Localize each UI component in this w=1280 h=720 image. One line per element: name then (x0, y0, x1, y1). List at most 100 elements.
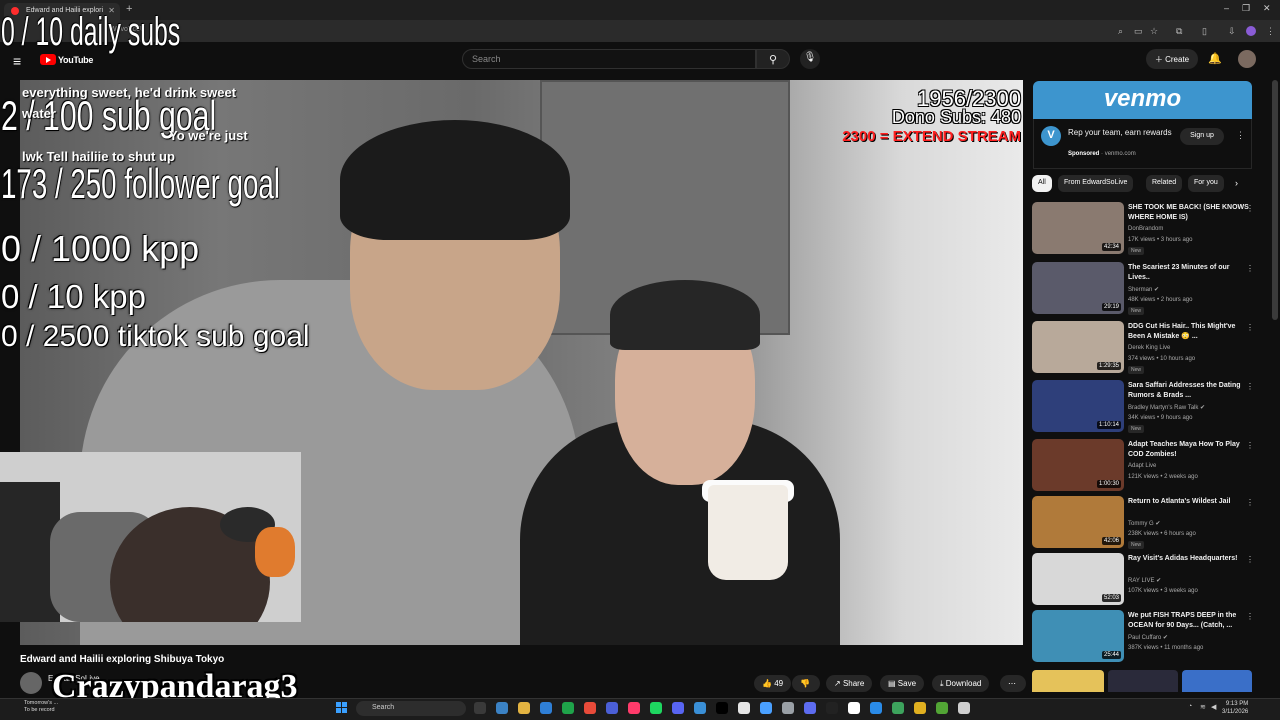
minecraft-icon[interactable] (936, 702, 948, 714)
share-button[interactable]: ↗ Share (826, 675, 873, 692)
video-thumbnail[interactable]: 25:44 (1032, 610, 1124, 662)
wifi-icon[interactable]: ≋ (1200, 703, 1206, 711)
app-icon[interactable] (738, 702, 750, 714)
chip-related[interactable]: Related (1146, 175, 1183, 192)
channel-name[interactable]: Derek King Live (1128, 345, 1170, 351)
chevron-right-icon[interactable]: › (1235, 178, 1238, 188)
spotify-icon[interactable] (650, 702, 662, 714)
recommendation-item[interactable]: 42:34 SHE TOOK ME BACK! (SHE KNOWS WHERE … (1032, 202, 1272, 258)
recommendation-item[interactable]: 25:44 We put FISH TRAPS DEEP in the OCEAN… (1032, 610, 1272, 666)
video-title[interactable]: Return to Atlanta's Wildest Jail (1128, 497, 1252, 507)
video-title[interactable]: Ray Visit's Adidas Headquarters! (1128, 554, 1252, 564)
channel-name[interactable]: Tommy G ✔ (1128, 520, 1160, 527)
tiktok-icon[interactable] (716, 702, 728, 714)
venmo-ad-banner[interactable]: venmo (1033, 81, 1252, 119)
recommendation-item[interactable]: 29:19 The Scariest 23 Minutes of our Live… (1032, 262, 1272, 318)
partial-thumbnail[interactable] (1032, 670, 1104, 692)
video-title[interactable]: DDG Cut His Hair.. This Might've Been A … (1128, 322, 1252, 342)
windows-start-icon[interactable] (336, 702, 348, 714)
capcut-icon[interactable] (782, 702, 794, 714)
steam-icon[interactable] (826, 702, 838, 714)
xbox-icon[interactable] (892, 702, 904, 714)
chip-for-you[interactable]: For you (1188, 175, 1224, 192)
video-title[interactable]: We put FISH TRAPS DEEP in the OCEAN for … (1128, 611, 1252, 631)
account-avatar[interactable] (1238, 50, 1256, 68)
video-thumbnail[interactable]: 1:10:14 (1032, 380, 1124, 432)
more-options-icon[interactable]: ⋮ (1246, 323, 1254, 332)
app-icon[interactable] (760, 702, 772, 714)
more-options-icon[interactable]: ⋮ (1246, 204, 1254, 213)
app-icon[interactable] (804, 702, 816, 714)
like-button[interactable]: 👍 49 (754, 675, 792, 692)
files-icon[interactable] (518, 702, 530, 714)
save-button[interactable]: ▤ Save (880, 675, 925, 692)
minimize-button[interactable]: – (1224, 3, 1229, 13)
sidebar-icon[interactable]: ▯ (1202, 26, 1207, 37)
browser-menu-icon[interactable]: ⋮ (1266, 26, 1275, 37)
search-button[interactable]: ⚲ (756, 49, 790, 69)
scrollbar[interactable] (1272, 80, 1278, 320)
chip-from-channel[interactable]: From EdwardSoLive (1058, 175, 1134, 192)
video-thumbnail[interactable]: 29:19 (1032, 262, 1124, 314)
recommendation-item[interactable]: 1:00:30 Adapt Teaches Maya How To Play CO… (1032, 439, 1272, 495)
taskbar-search[interactable]: Search (356, 701, 466, 716)
app-icon[interactable] (606, 702, 618, 714)
taskbar-clock[interactable]: 9:13 PM 3/11/2026 (1222, 700, 1248, 716)
zoom-icon[interactable]: ⌕ (1118, 26, 1123, 37)
recommendation-item[interactable]: 52:03 Ray Visit's Adidas Headquarters! RAY… (1032, 553, 1272, 609)
video-thumbnail[interactable]: 1:00:30 (1032, 439, 1124, 491)
address-bar[interactable] (0, 20, 1280, 42)
partial-thumbnail[interactable] (1182, 670, 1252, 692)
taskbar-notification[interactable]: Tomorrow's ... To be record (24, 700, 58, 714)
chrome-icon[interactable] (562, 702, 574, 714)
chip-all[interactable]: All (1032, 175, 1052, 192)
video-thumbnail[interactable]: 42:06 (1032, 496, 1124, 548)
recommendation-item[interactable]: 1:29:35 DDG Cut His Hair.. This Might've … (1032, 321, 1272, 377)
video-thumbnail[interactable]: 42:34 (1032, 202, 1124, 254)
voice-search-button[interactable]: 🎙 (800, 49, 820, 69)
downloads-icon[interactable]: ⇩ (1228, 26, 1236, 37)
more-actions-button[interactable]: ⋯ (1000, 675, 1026, 692)
app-icon[interactable] (694, 702, 706, 714)
discord-icon[interactable] (672, 702, 684, 714)
app-icon[interactable] (584, 702, 596, 714)
more-options-icon[interactable]: ⋮ (1246, 555, 1254, 564)
channel-name[interactable]: Adapt Live (1128, 463, 1156, 469)
download-button[interactable]: ⤓ Download (932, 675, 990, 692)
video-title[interactable]: Adapt Teaches Maya How To Play COD Zombi… (1128, 440, 1252, 460)
recommendation-item[interactable]: 1:10:14 Sara Saffari Addresses the Dating… (1032, 380, 1272, 436)
edge-icon[interactable] (540, 702, 552, 714)
recommendation-item[interactable]: 42:06 Return to Atlanta's Wildest Jail Tom… (1032, 496, 1272, 552)
channel-name[interactable]: Bradley Martyn's Raw Talk ✔ (1128, 404, 1205, 411)
video-title[interactable]: SHE TOOK ME BACK! (SHE KNOWS WHERE HOME … (1128, 203, 1252, 223)
app-icon[interactable] (628, 702, 640, 714)
bookmark-star-icon[interactable]: ☆ (1150, 26, 1158, 37)
video-title[interactable]: The Scariest 23 Minutes of our Lives.. (1128, 263, 1252, 283)
ad-signup-button[interactable]: Sign up (1180, 128, 1224, 145)
extensions-icon[interactable]: ⧉ (1176, 26, 1182, 37)
channel-name[interactable]: DonBrandom (1128, 226, 1163, 232)
youtube-logo-text[interactable]: YouTube (58, 55, 93, 65)
volume-icon[interactable]: ◀ (1211, 703, 1216, 711)
channel-name[interactable]: Sherman ✔ (1128, 286, 1159, 293)
more-options-icon[interactable]: ⋮ (1246, 498, 1254, 507)
close-window-button[interactable]: ✕ (1263, 3, 1271, 14)
ad-text[interactable]: Rep your team, earn rewards (1068, 127, 1178, 138)
profile-icon[interactable] (1246, 26, 1256, 36)
hamburger-menu-icon[interactable]: ≡ (13, 53, 21, 69)
dislike-button[interactable]: 👎 (792, 675, 820, 692)
more-options-icon[interactable]: ⋮ (1246, 612, 1254, 621)
kick-icon[interactable] (848, 702, 860, 714)
app-icon[interactable] (914, 702, 926, 714)
more-options-icon[interactable]: ⋮ (1246, 441, 1254, 450)
video-thumbnail[interactable]: 1:29:35 (1032, 321, 1124, 373)
channel-avatar[interactable] (20, 672, 42, 694)
network-icon[interactable]: ◔ (1188, 703, 1192, 710)
channel-name[interactable]: Paul Cuffaro ✔ (1128, 634, 1168, 641)
search-input[interactable]: Search (462, 49, 756, 69)
video-title[interactable]: Sara Saffari Addresses the Dating Rumors… (1128, 381, 1252, 401)
channel-name[interactable]: RAY LIVE ✔ (1128, 577, 1161, 584)
video-thumbnail[interactable]: 52:03 (1032, 553, 1124, 605)
youtube-logo-icon[interactable] (40, 54, 56, 65)
app-icon[interactable] (958, 702, 970, 714)
